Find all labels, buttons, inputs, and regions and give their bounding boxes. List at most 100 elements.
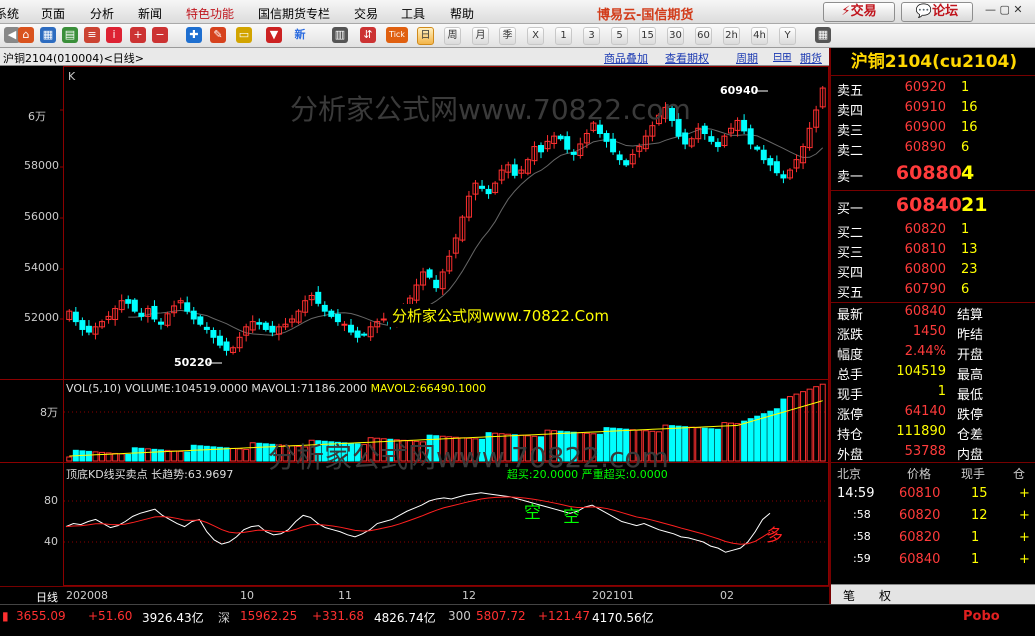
info-icon[interactable]: i xyxy=(106,27,122,43)
quote-icon[interactable]: ▦ xyxy=(40,27,56,43)
date-tick-12: 12 xyxy=(462,589,476,602)
arrows-icon[interactable]: ⊟⊞ xyxy=(773,50,791,63)
overlay-link[interactable]: 商品叠加 xyxy=(604,50,648,66)
futures-link[interactable]: 期货 xyxy=(800,50,822,66)
candle-body xyxy=(479,185,486,189)
vol-header-text: VOL(5,10) VOLUME:104519.0000 MAVOL1:7118… xyxy=(66,382,368,395)
period-15min-button[interactable]: 15 xyxy=(639,27,656,45)
period-month-button[interactable]: 月 xyxy=(472,27,489,45)
period-link[interactable]: 周期 xyxy=(736,50,758,66)
period-1min-button[interactable]: 1 xyxy=(555,27,572,45)
period-year-button[interactable]: Y xyxy=(779,27,796,45)
table-icon[interactable]: ▥ xyxy=(332,27,348,43)
period-x-button[interactable]: X xyxy=(527,27,544,45)
menu-news[interactable]: 新闻 xyxy=(138,5,162,22)
tick-volume: 12 xyxy=(971,508,988,523)
status-sh-index: 3655.09 xyxy=(16,609,66,623)
draw-icon[interactable]: ✎ xyxy=(210,27,226,43)
candle-body xyxy=(741,119,748,132)
volume-bar xyxy=(701,427,708,462)
forum-button[interactable]: 💬论坛 xyxy=(901,2,973,22)
volume-bar xyxy=(203,445,210,462)
sell4-label: 卖四 xyxy=(837,104,864,119)
candle-body xyxy=(380,318,387,321)
tick-icon[interactable]: Tick xyxy=(386,27,408,43)
sell5-volume: 1 xyxy=(961,80,970,95)
tick-row: :59 60840 1 + xyxy=(831,552,1035,574)
stat-value: 104519 xyxy=(896,364,946,379)
stat-row-range: 幅度 2.44% 开盘 xyxy=(831,344,1035,364)
tab-rights[interactable]: 权 xyxy=(879,587,891,604)
kd-header-text: 顶底KD线买卖点 长趋势:63.9697 xyxy=(66,468,234,481)
high-price-label: 60940 xyxy=(720,84,759,97)
kline-icon[interactable]: ⇵ xyxy=(360,27,376,43)
window-controls[interactable]: — ▢ ✕ xyxy=(985,3,1023,16)
volume-bar xyxy=(112,452,119,462)
volume-bar xyxy=(793,393,800,462)
buy2-label: 买二 xyxy=(837,226,864,241)
volume-bar xyxy=(99,451,106,462)
volume-bar xyxy=(813,386,820,462)
sell1-label: 卖一 xyxy=(837,170,864,185)
menu-special[interactable]: 特色功能 xyxy=(186,5,234,22)
menu-tools[interactable]: 工具 xyxy=(401,5,425,22)
menu-help[interactable]: 帮助 xyxy=(450,5,474,22)
candle-body xyxy=(682,132,689,145)
menu-system[interactable]: 系统 xyxy=(0,5,19,22)
candle-body xyxy=(269,325,276,333)
period-4h-button[interactable]: 4h xyxy=(751,27,768,45)
period-season-button[interactable]: 季 xyxy=(499,27,516,45)
home-icon[interactable]: ⌂ xyxy=(18,27,34,43)
folder-icon[interactable]: ▭ xyxy=(236,27,252,43)
zoom-in-icon[interactable]: + xyxy=(130,27,146,43)
low-price-label: 50220 xyxy=(174,356,213,369)
candle-body xyxy=(334,313,341,323)
candle-body xyxy=(511,164,518,176)
period-5min-button[interactable]: 5 xyxy=(611,27,628,45)
period-2h-button[interactable]: 2h xyxy=(723,27,740,45)
tick-price: 60810 xyxy=(899,486,941,501)
grid-icon[interactable]: ▦ xyxy=(815,27,831,43)
menu-guoxin[interactable]: 国信期货专栏 xyxy=(258,5,330,22)
stat-right-label: 开盘 xyxy=(957,348,984,363)
menu-page[interactable]: 页面 xyxy=(41,5,65,22)
candle-body xyxy=(773,161,780,174)
candle-body xyxy=(203,326,210,330)
option-link[interactable]: 查看期权 xyxy=(665,50,709,66)
candle-body xyxy=(158,321,164,325)
list-icon[interactable]: ≡ xyxy=(84,27,100,43)
ticks-col-price: 价格 xyxy=(907,467,932,481)
buy4-volume: 23 xyxy=(961,262,978,277)
filter-icon[interactable]: ▼ xyxy=(266,27,282,43)
volume-bar xyxy=(695,427,702,462)
tab-ticks[interactable]: 笔 xyxy=(843,587,855,604)
quote-panel: 沪铜2104(cu2104) 卖五 60920 1 卖四 60910 16 卖三 6090… xyxy=(829,48,1035,604)
vol-header: VOL(5,10) VOLUME:104519.0000 MAVOL1:7118… xyxy=(66,382,486,395)
period-30min-button[interactable]: 30 xyxy=(667,27,684,45)
menu-trade[interactable]: 交易 xyxy=(354,5,378,22)
period-week-button[interactable]: 周 xyxy=(444,27,461,45)
candle-body xyxy=(708,136,715,142)
chart-area[interactable]: K 分析家公式网www.70822.com 分析家公式网www.70822.co… xyxy=(0,66,829,586)
volume-bar xyxy=(118,453,125,462)
tick-price: 60840 xyxy=(899,552,941,567)
trade-button[interactable]: ⚡交易 xyxy=(823,2,895,22)
menu-analysis[interactable]: 分析 xyxy=(90,5,114,22)
toolbar: ◀ ⌂ ▦ ▤ ≡ i + − ✚ ✎ ▭ ▼ 新 ▥ ⇵ Tick 日 周 月… xyxy=(0,24,1035,48)
period-60min-button[interactable]: 60 xyxy=(695,27,712,45)
volume-bar xyxy=(800,391,807,462)
volume-bar xyxy=(806,388,813,462)
sell2-volume: 6 xyxy=(961,140,970,155)
volume-bar xyxy=(256,442,263,462)
period-day-button[interactable]: 日 xyxy=(417,27,434,45)
cross-icon[interactable]: ✚ xyxy=(186,27,202,43)
zoom-out-icon[interactable]: − xyxy=(152,27,168,43)
stat-value: 64140 xyxy=(904,404,946,419)
stat-value: 53788 xyxy=(904,444,946,459)
stat-right-label: 内盘 xyxy=(957,448,984,463)
chart-icon[interactable]: ▤ xyxy=(62,27,78,43)
new-icon[interactable]: 新 xyxy=(292,27,308,43)
buy1-price: 60840 xyxy=(895,194,962,216)
ticks-col-volume: 现手 xyxy=(961,467,986,481)
period-3min-button[interactable]: 3 xyxy=(583,27,600,45)
